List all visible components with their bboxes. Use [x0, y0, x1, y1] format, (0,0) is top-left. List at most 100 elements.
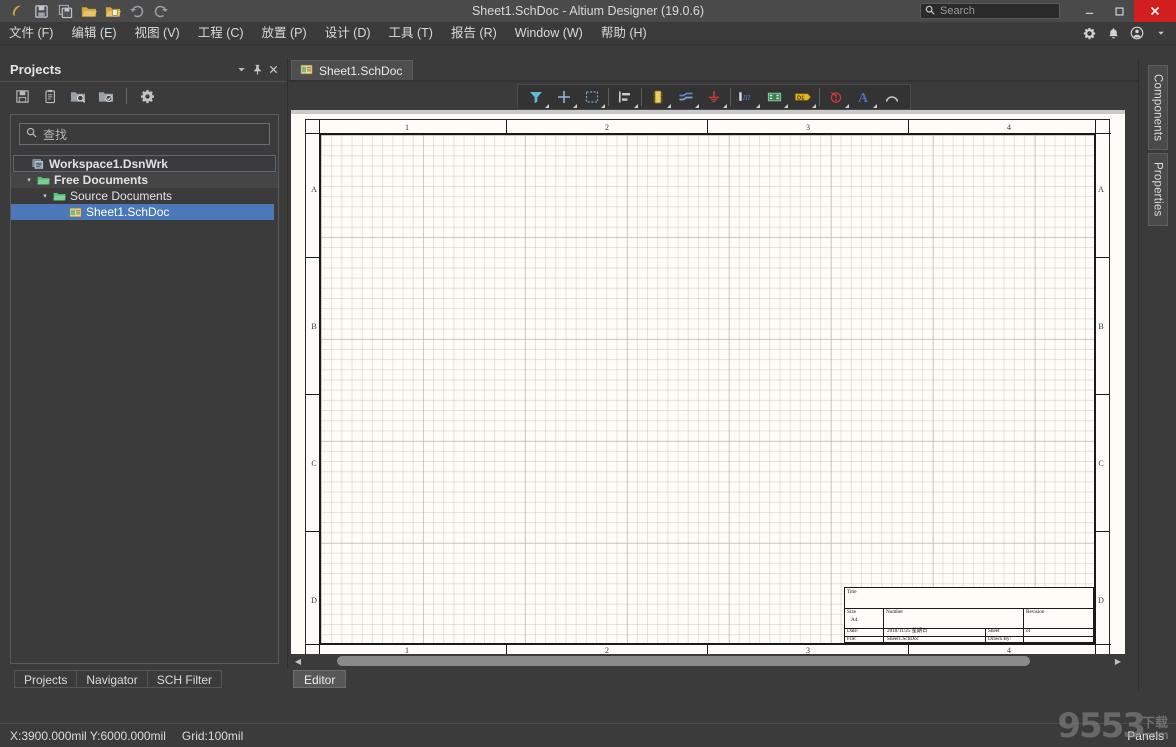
- maximize-button[interactable]: [1104, 0, 1134, 22]
- user-account-icon[interactable]: [1126, 22, 1148, 44]
- editor-tab-editor[interactable]: Editor: [293, 670, 347, 688]
- tree-item-source-documents[interactable]: ▾ Source Documents: [11, 188, 278, 204]
- tree-item-sheet1-schdoc[interactable]: Sheet1.SchDoc: [11, 204, 274, 220]
- toolbar-divider: [0, 44, 1176, 46]
- panels-button[interactable]: Panels: [1115, 724, 1176, 747]
- search-placeholder: Search: [940, 5, 975, 17]
- scroll-right-arrow-icon[interactable]: ▶: [1111, 654, 1125, 668]
- svg-text:D1: D1: [797, 95, 804, 101]
- project-options-folder-icon[interactable]: [94, 85, 118, 107]
- place-part-icon[interactable]: [644, 85, 672, 109]
- chevron-down-icon[interactable]: [572, 104, 577, 108]
- search-icon: [26, 127, 37, 141]
- tree-item-free-documents[interactable]: ▾ Free Documents: [11, 172, 278, 188]
- save-project-icon[interactable]: [10, 85, 34, 107]
- compile-project-icon[interactable]: [38, 85, 62, 107]
- chevron-down-icon[interactable]: [633, 104, 638, 108]
- dock-tab-properties[interactable]: Properties: [1147, 153, 1168, 226]
- menu-item-edit[interactable]: 编辑 (E): [62, 22, 125, 44]
- open-project-icon[interactable]: [102, 1, 124, 21]
- scroll-left-arrow-icon[interactable]: ◀: [291, 654, 305, 668]
- menu-item-tools[interactable]: 工具 (T): [380, 22, 442, 44]
- gear-icon[interactable]: [1078, 22, 1100, 44]
- panel-dropdown-button[interactable]: [233, 61, 249, 79]
- project-settings-gear-icon[interactable]: [135, 85, 159, 107]
- zone-label-col-4-top: 4: [1007, 123, 1011, 132]
- place-gnd-power-port-icon[interactable]: [700, 85, 728, 109]
- save-icon[interactable]: [30, 1, 52, 21]
- place-sheet-symbol-icon[interactable]: [761, 85, 789, 109]
- panel-pin-button[interactable]: [249, 61, 265, 79]
- chevron-down-icon[interactable]: [811, 104, 816, 108]
- menu-item-help[interactable]: 帮助 (H): [592, 22, 656, 44]
- toolbar-separator: [818, 88, 820, 106]
- menu-item-project[interactable]: 工程 (C): [189, 22, 253, 44]
- project-find-input[interactable]: 查找: [19, 123, 270, 145]
- chevron-down-icon[interactable]: [844, 104, 849, 108]
- title-block-revision-label: Revision: [1026, 608, 1045, 615]
- global-search-input[interactable]: Search: [920, 3, 1060, 19]
- panel-tab-sch-filter[interactable]: SCH Filter: [146, 670, 223, 688]
- toolbar-separator: [126, 88, 127, 104]
- sheet-title-block[interactable]: Title Size A4 Number Revision Date: 2018…: [844, 587, 1095, 644]
- tree-expander[interactable]: ▾: [39, 192, 51, 200]
- bell-icon[interactable]: [1102, 22, 1124, 44]
- sheet-grid-area[interactable]: Title Size A4 Number Revision Date: 2018…: [320, 134, 1095, 644]
- place-wire-icon[interactable]: [672, 85, 700, 109]
- place-arc-icon[interactable]: [878, 85, 906, 109]
- place-no-erc-icon[interactable]: [822, 85, 850, 109]
- align-left-icon[interactable]: [611, 85, 639, 109]
- canvas-horizontal-scrollbar[interactable]: ◀ ▶: [291, 654, 1125, 668]
- place-net-label-icon[interactable]: III: [733, 85, 761, 109]
- menu-item-window[interactable]: Window (W): [506, 22, 592, 44]
- save-all-icon[interactable]: [54, 1, 76, 21]
- scrollbar-track[interactable]: [305, 656, 1111, 666]
- chevron-down-icon[interactable]: [600, 104, 605, 108]
- panel-close-button[interactable]: [265, 61, 281, 79]
- panel-tab-navigator[interactable]: Navigator: [76, 670, 147, 688]
- chevron-down-icon[interactable]: [755, 104, 760, 108]
- dock-tab-components[interactable]: Components: [1147, 65, 1168, 151]
- zone-label-row-b-left: B: [311, 322, 317, 331]
- close-button[interactable]: [1134, 0, 1176, 22]
- schdoc-icon: [67, 207, 83, 218]
- chevron-down-icon[interactable]: [783, 104, 788, 108]
- tree-item-label: Sheet1.SchDoc: [86, 205, 170, 219]
- chevron-down-icon[interactable]: [544, 104, 549, 108]
- chevron-down-icon[interactable]: [694, 104, 699, 108]
- redo-icon[interactable]: [150, 1, 172, 21]
- menu-bar: 文件 (F) 编辑 (E) 视图 (V) 工程 (C) 放置 (P) 设计 (D…: [0, 22, 1176, 44]
- menu-item-file[interactable]: 文件 (F): [0, 22, 62, 44]
- menu-item-view[interactable]: 视图 (V): [126, 22, 189, 44]
- place-port-icon[interactable]: D1: [789, 85, 817, 109]
- title-block-size-label: Size: [847, 608, 856, 615]
- chevron-down-icon[interactable]: [1150, 22, 1172, 44]
- status-grid: Grid:100mil: [181, 728, 244, 743]
- tree-item-workspace[interactable]: Workspace1.DsnWrk: [13, 155, 276, 172]
- scrollbar-thumb[interactable]: [337, 656, 1031, 666]
- open-project-search-icon[interactable]: [66, 85, 90, 107]
- minimize-button[interactable]: [1074, 0, 1104, 22]
- chevron-down-icon[interactable]: [872, 104, 877, 108]
- document-tab-sheet1[interactable]: Sheet1.SchDoc: [291, 60, 414, 80]
- schematic-canvas[interactable]: 1 2 3 4 1 2 3 4 A B C D A B C D Title Si…: [291, 114, 1125, 668]
- filter-icon[interactable]: [522, 85, 550, 109]
- menu-item-reports[interactable]: 报告 (R): [442, 22, 506, 44]
- panel-tab-projects[interactable]: Projects: [14, 670, 77, 688]
- folder-icon: [51, 191, 67, 202]
- chevron-down-icon[interactable]: [666, 104, 671, 108]
- schematic-sheet: 1 2 3 4 1 2 3 4 A B C D A B C D Title Si…: [291, 114, 1125, 668]
- menu-item-design[interactable]: 设计 (D): [316, 22, 380, 44]
- menu-item-place[interactable]: 放置 (P): [253, 22, 316, 44]
- tree-expander[interactable]: ▾: [23, 176, 35, 184]
- selection-box-icon[interactable]: [578, 85, 606, 109]
- chevron-down-icon[interactable]: [722, 104, 727, 108]
- place-text-icon[interactable]: A: [850, 85, 878, 109]
- title-bar: Sheet1.SchDoc - Altium Designer (19.0.6)…: [0, 0, 1176, 22]
- altium-designer-window: Sheet1.SchDoc - Altium Designer (19.0.6)…: [0, 0, 1176, 747]
- altium-logo-icon[interactable]: [6, 1, 28, 21]
- projects-panel: Projects 查找 Workspace1.DsnWrk ▾ Free Doc…: [0, 58, 288, 690]
- crosshair-place-icon[interactable]: [550, 85, 578, 109]
- open-icon[interactable]: [78, 1, 100, 21]
- undo-icon[interactable]: [126, 1, 148, 21]
